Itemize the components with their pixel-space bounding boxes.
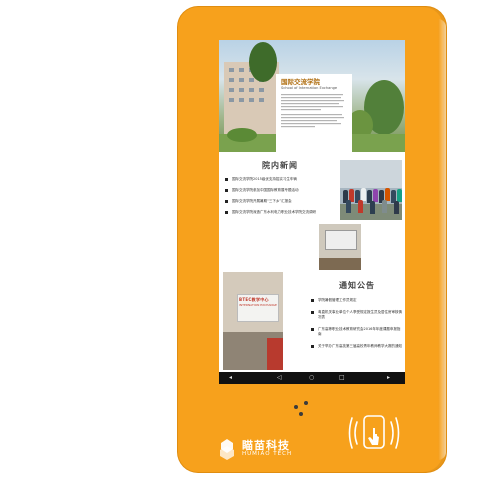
system-nav-bar: ◂ ◁ ○ □ ▸ — [219, 372, 405, 384]
display-screen: 国际交流学院 School of Internation Exchange 院内… — [219, 40, 405, 384]
notice-item[interactable]: 关于举办广东高技第三届高校青年教师教学大赛的通知 — [311, 344, 403, 349]
speaker-dot — [294, 405, 298, 409]
news-section: 院内新闻 国际交流学院2015级优支持招实习生车辆 国际交流学院参加中国国际教育… — [225, 160, 335, 215]
hero-banner: 国际交流学院 School of Internation Exchange — [219, 40, 405, 152]
volume-down-icon[interactable]: ◂ — [229, 375, 232, 381]
hero-info-card: 国际交流学院 School of Internation Exchange — [276, 74, 352, 152]
news-item[interactable]: 国际交流学院深造广东水利电力职业技术学院交流调研 — [225, 210, 335, 215]
speaker-dot — [304, 401, 308, 405]
home-icon[interactable]: ○ — [309, 375, 314, 381]
back-icon[interactable]: ◁ — [277, 375, 282, 381]
notice-item[interactable]: 广东高等职业技术教育研究会2016年年度课题申报指南 — [311, 327, 403, 337]
hero-subtitle: School of Internation Exchange — [281, 86, 338, 90]
bullet-icon — [225, 211, 228, 214]
news-item[interactable]: 国际交流学院2015级优支持招实习生车辆 — [225, 177, 335, 182]
brand-logo: 瞄苗科技 HUMIAO TECH — [218, 437, 318, 463]
news-item[interactable]: 国际交流学院参加中国国际教育展专题活动 — [225, 188, 335, 193]
bullet-icon — [311, 299, 314, 302]
news-item[interactable]: 国际交流学院开展暑期“三下乡”汇报会 — [225, 199, 335, 204]
volume-up-icon[interactable]: ▸ — [387, 375, 390, 381]
btec-center-photo[interactable]: BTEC教学中心 INTERNATION EXCHANGE — [223, 272, 283, 370]
bullet-icon — [311, 328, 314, 331]
hero-body-text — [281, 94, 347, 142]
bullet-icon — [225, 200, 228, 203]
news-title: 院内新闻 — [262, 161, 298, 170]
speaker-dot — [299, 412, 303, 416]
recent-apps-icon[interactable]: □ — [339, 375, 345, 381]
brand-mark-icon — [220, 439, 234, 460]
hero-title: 国际交流学院 — [281, 78, 320, 86]
group-photo[interactable] — [340, 160, 402, 220]
notices-title: 通知公告 — [339, 281, 375, 290]
meeting-room-photo[interactable] — [319, 224, 361, 270]
bullet-icon — [311, 345, 314, 348]
device-bezel-edge — [438, 19, 446, 460]
bullet-icon — [311, 311, 314, 314]
brand-english: HUMIAO TECH — [242, 451, 293, 457]
notice-item[interactable]: 学院暑假管理工作员规定 — [311, 298, 403, 303]
btec-sign: BTEC教学中心 INTERNATION EXCHANGE — [237, 294, 279, 322]
hero-body-lines — [281, 94, 344, 128]
bullet-icon — [225, 189, 228, 192]
bullet-icon — [225, 178, 228, 181]
notices-section: 通知公告 学院暑假管理工作员规定 粤直机关事业单位个人享受规定报生员及居住房审核… — [311, 280, 403, 349]
notice-item[interactable]: 粤直机关事业单位个人享受规定报生员及居住房审核情况表 — [311, 310, 403, 320]
nfc-reader-icon[interactable] — [346, 410, 402, 456]
kiosk-device: 国际交流学院 School of Internation Exchange 院内… — [178, 7, 446, 472]
